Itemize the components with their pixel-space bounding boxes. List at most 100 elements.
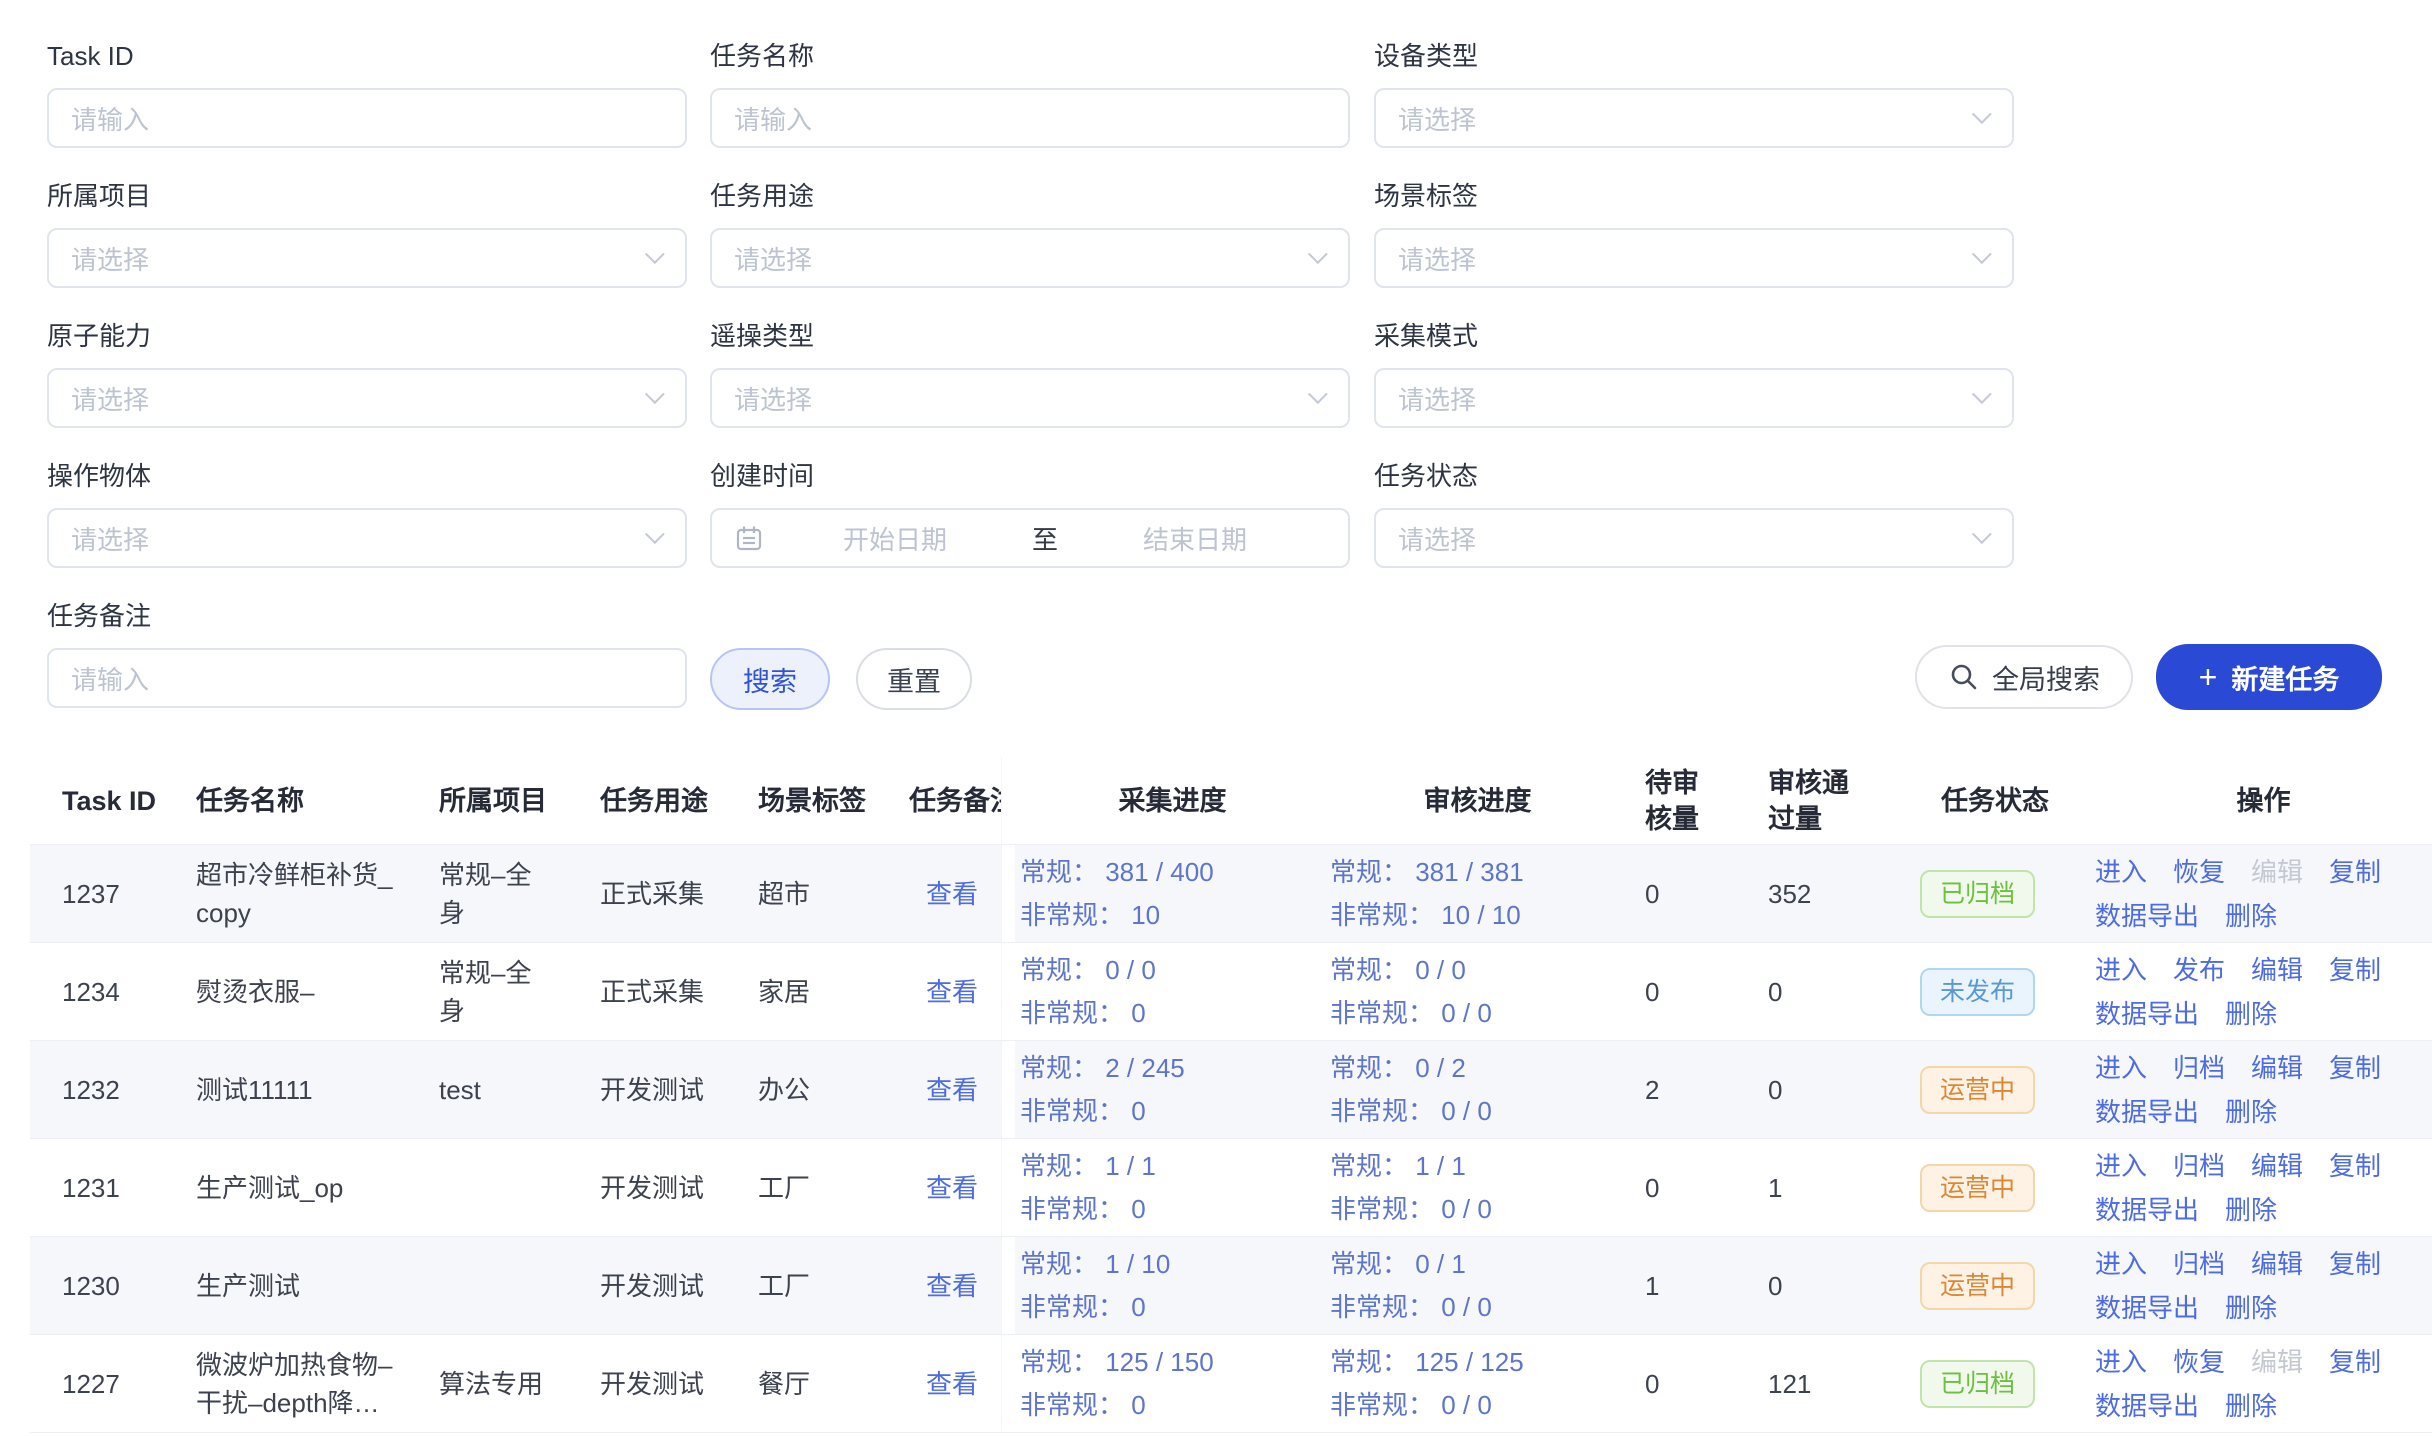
date-start-placeholder[interactable]: 开始日期 bbox=[764, 520, 1026, 557]
op-enter[interactable]: 进入 bbox=[2095, 854, 2147, 890]
op-export[interactable]: 数据导出 bbox=[2095, 1094, 2199, 1130]
op-delete[interactable]: 删除 bbox=[2225, 1290, 2277, 1326]
field-label: 创建时间 bbox=[710, 460, 1350, 492]
op-copy[interactable]: 复制 bbox=[2329, 952, 2381, 988]
header-status: 任务状态 bbox=[1880, 757, 2075, 844]
task-remark-input[interactable]: 请输入 bbox=[47, 648, 687, 708]
cell-project: 常规–全身 bbox=[428, 943, 590, 1040]
date-end-placeholder[interactable]: 结束日期 bbox=[1064, 520, 1326, 557]
op-restore[interactable]: 恢复 bbox=[2173, 854, 2225, 890]
op-copy[interactable]: 复制 bbox=[2329, 1344, 2381, 1380]
field-purpose: 任务用途 请选择 bbox=[710, 180, 1350, 288]
date-range-picker[interactable]: 开始日期 至 结束日期 bbox=[710, 508, 1350, 568]
cell-purpose: 正式采集 bbox=[590, 845, 748, 942]
cell-pending-count: 0 bbox=[1625, 1139, 1745, 1236]
task-name-input[interactable]: 请输入 bbox=[710, 88, 1350, 148]
new-task-button[interactable]: + 新建任务 bbox=[2156, 644, 2382, 710]
op-export[interactable]: 数据导出 bbox=[2095, 1388, 2199, 1424]
cell-passed-count: 121 bbox=[1745, 1335, 1880, 1432]
op-delete[interactable]: 删除 bbox=[2225, 1192, 2277, 1228]
op-copy[interactable]: 复制 bbox=[2329, 1148, 2381, 1184]
header-task-id: Task ID bbox=[30, 757, 186, 844]
field-project: 所属项目 请选择 bbox=[47, 180, 687, 288]
object-select[interactable]: 请选择 bbox=[47, 508, 687, 568]
cell-task-name: 熨烫衣服– bbox=[186, 943, 428, 1040]
reset-button[interactable]: 重置 bbox=[856, 648, 972, 710]
cell-pending-count: 0 bbox=[1625, 1335, 1745, 1432]
plus-icon: + bbox=[2199, 661, 2218, 693]
op-restore[interactable]: 恢复 bbox=[2173, 1344, 2225, 1380]
task-status-select[interactable]: 请选择 bbox=[1374, 508, 2014, 568]
op-export[interactable]: 数据导出 bbox=[2095, 898, 2199, 934]
op-delete[interactable]: 删除 bbox=[2225, 1388, 2277, 1424]
cell-actions: 进入 归档 编辑 复制 数据导出 删除 bbox=[2075, 1237, 2432, 1334]
op-copy[interactable]: 复制 bbox=[2329, 854, 2381, 890]
view-remark-link[interactable]: 查看 bbox=[926, 1169, 978, 1207]
field-label: 任务状态 bbox=[1374, 460, 2014, 492]
op-edit[interactable]: 编辑 bbox=[2251, 1246, 2303, 1282]
task-id-input[interactable]: 请输入 bbox=[47, 88, 687, 148]
table-row: 1237 超市冷鲜柜补货_copy 常规–全身 正式采集 超市 查看 常规： 3… bbox=[30, 845, 2432, 943]
view-remark-link[interactable]: 查看 bbox=[926, 1071, 978, 1109]
filter-form: Task ID 请输入 任务名称 请输入 设备类型 请选择 所属项目 请选择 bbox=[47, 0, 2027, 730]
op-delete[interactable]: 删除 bbox=[2225, 996, 2277, 1032]
cell-scene: 工厂 bbox=[748, 1237, 903, 1334]
fixed-column-divider bbox=[1001, 1041, 1015, 1138]
op-export[interactable]: 数据导出 bbox=[2095, 1290, 2199, 1326]
cell-actions: 进入 归档 编辑 复制 数据导出 删除 bbox=[2075, 1139, 2432, 1236]
task-management-page: Task ID 请输入 任务名称 请输入 设备类型 请选择 所属项目 请选择 bbox=[0, 0, 2432, 1436]
table-header-row: Task ID 任务名称 所属项目 任务用途 场景标签 任务备注 采集进度 审核… bbox=[30, 757, 2432, 845]
view-remark-link[interactable]: 查看 bbox=[926, 1267, 978, 1305]
op-archive[interactable]: 归档 bbox=[2173, 1050, 2225, 1086]
global-search-button[interactable]: 全局搜索 bbox=[1915, 645, 2133, 709]
project-select[interactable]: 请选择 bbox=[47, 228, 687, 288]
view-remark-link[interactable]: 查看 bbox=[926, 973, 978, 1011]
op-enter[interactable]: 进入 bbox=[2095, 1344, 2147, 1380]
op-delete[interactable]: 删除 bbox=[2225, 898, 2277, 934]
op-enter[interactable]: 进入 bbox=[2095, 952, 2147, 988]
search-button[interactable]: 搜索 bbox=[710, 648, 830, 710]
op-export[interactable]: 数据导出 bbox=[2095, 996, 2199, 1032]
op-copy[interactable]: 复制 bbox=[2329, 1246, 2381, 1282]
view-remark-link[interactable]: 查看 bbox=[926, 1365, 978, 1403]
op-archive[interactable]: 归档 bbox=[2173, 1246, 2225, 1282]
cell-pending-count: 2 bbox=[1625, 1041, 1745, 1138]
teleop-type-select[interactable]: 请选择 bbox=[710, 368, 1350, 428]
cell-actions: 进入 恢复 编辑 复制 数据导出 删除 bbox=[2075, 1335, 2432, 1432]
cell-scene: 工厂 bbox=[748, 1139, 903, 1236]
op-edit[interactable]: 编辑 bbox=[2251, 1050, 2303, 1086]
op-copy[interactable]: 复制 bbox=[2329, 1050, 2381, 1086]
cell-scene: 办公 bbox=[748, 1041, 903, 1138]
cell-passed-count: 0 bbox=[1745, 1237, 1880, 1334]
op-export[interactable]: 数据导出 bbox=[2095, 1192, 2199, 1228]
op-enter[interactable]: 进入 bbox=[2095, 1050, 2147, 1086]
cell-purpose: 开发测试 bbox=[590, 1237, 748, 1334]
field-collect-mode: 采集模式 请选择 bbox=[1374, 320, 2014, 428]
field-teleop-type: 遥操类型 请选择 bbox=[710, 320, 1350, 428]
purpose-select[interactable]: 请选择 bbox=[710, 228, 1350, 288]
scene-tag-select[interactable]: 请选择 bbox=[1374, 228, 2014, 288]
fixed-column-divider bbox=[1001, 943, 1015, 1040]
op-enter[interactable]: 进入 bbox=[2095, 1246, 2147, 1282]
chevron-down-icon bbox=[1308, 384, 1328, 404]
header-passed-count: 审核通过量 bbox=[1745, 757, 1880, 844]
header-pending-count: 待审核量 bbox=[1625, 757, 1745, 844]
cell-task-id: 1227 bbox=[30, 1335, 186, 1432]
cell-collect-progress: 常规： 2 / 245非常规： 0 bbox=[1015, 1041, 1325, 1138]
op-publish[interactable]: 发布 bbox=[2173, 952, 2225, 988]
field-label: 遥操类型 bbox=[710, 320, 1350, 352]
device-type-select[interactable]: 请选择 bbox=[1374, 88, 2014, 148]
cell-task-id: 1232 bbox=[30, 1041, 186, 1138]
collect-mode-select[interactable]: 请选择 bbox=[1374, 368, 2014, 428]
op-edit[interactable]: 编辑 bbox=[2251, 952, 2303, 988]
fixed-column-divider bbox=[1001, 845, 1015, 942]
op-edit: 编辑 bbox=[2251, 854, 2303, 890]
op-enter[interactable]: 进入 bbox=[2095, 1148, 2147, 1184]
op-edit[interactable]: 编辑 bbox=[2251, 1148, 2303, 1184]
op-archive[interactable]: 归档 bbox=[2173, 1148, 2225, 1184]
cell-project: test bbox=[428, 1041, 590, 1138]
chevron-down-icon bbox=[1972, 104, 1992, 124]
atomic-ability-select[interactable]: 请选择 bbox=[47, 368, 687, 428]
op-delete[interactable]: 删除 bbox=[2225, 1094, 2277, 1130]
view-remark-link[interactable]: 查看 bbox=[926, 875, 978, 913]
